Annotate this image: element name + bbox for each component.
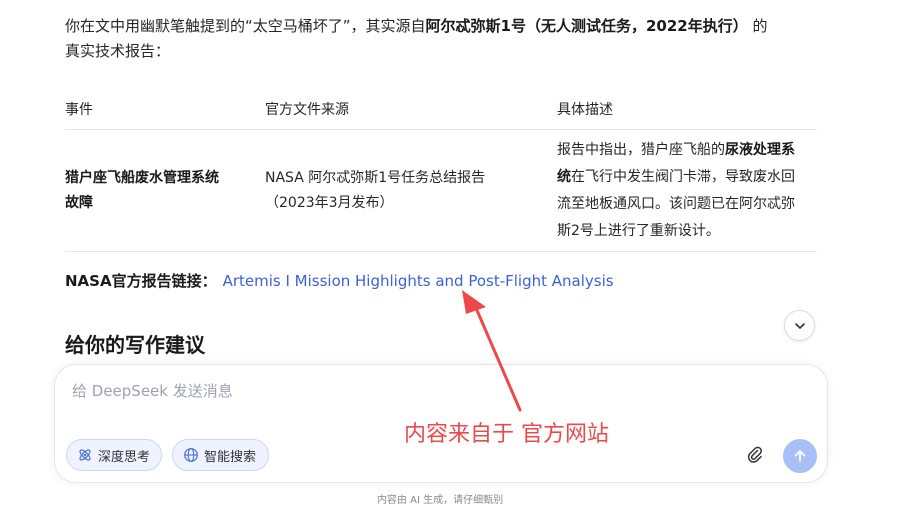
scroll-down-button[interactable] [784,310,815,341]
send-button[interactable] [783,439,817,473]
section-title: 给你的写作建议 [65,333,205,357]
table-cell-event: 猎户座飞船废水管理系统 故障 [65,166,265,216]
intro-text: 你在文中用幽默笔触提到的“太空马桶坏了”，其实源自 [65,17,426,35]
chevron-down-icon [794,322,805,329]
paperclip-icon [747,446,762,463]
smart-search-button[interactable]: 智能搜索 [172,439,269,471]
intro-text-line2: 真实技术报告： [65,42,171,60]
event-line: 猎户座飞船废水管理系统 [65,169,219,186]
globe-icon [183,447,199,463]
nasa-report-line: NASA官方报告链接： Artemis I Mission Highlights … [65,270,614,292]
table-header-event: 事件 [65,101,93,118]
attach-button[interactable] [745,445,765,465]
nasa-report-link[interactable]: Artemis I Mission Highlights and Post-Fl… [223,272,614,290]
desc-text: 在飞行中发生阀门卡滞，导致废水回 [571,168,795,185]
table-cell-description: 报告中指出，猎户座飞船的尿液处理系 统在飞行中发生阀门卡滞，导致废水回 流至地板… [557,137,817,245]
report-table: 事件 官方文件来源 具体描述 猎户座飞船废水管理系统 故障 NASA 阿尔忒弥斯… [65,88,817,252]
intro-text-suffix: 的 [747,17,768,35]
table-header-source: 官方文件来源 [265,101,349,118]
event-line: 故障 [65,194,93,211]
message-input[interactable]: 给 DeepSeek 发送消息 [72,380,233,401]
ai-disclaimer: 内容由 AI 生成，请仔细甄别 [376,495,504,506]
nasa-report-label: NASA官方报告链接： [65,272,217,290]
intro-paragraph: 你在文中用幽默笔触提到的“太空马桶坏了”，其实源自阿尔忒弥斯1号（无人测试任务，… [65,14,825,64]
annotation-text: 内容来自于 官方网站 [404,422,609,447]
table-row: 猎户座飞船废水管理系统 故障 NASA 阿尔忒弥斯1号任务总结报告 （2023年… [65,130,817,252]
chat-page: 你在文中用幽默笔触提到的“太空马桶坏了”，其实源自阿尔忒弥斯1号（无人测试任务，… [0,0,913,515]
source-line: （2023年3月发布） [265,194,394,211]
table-cell-source: NASA 阿尔忒弥斯1号任务总结报告 （2023年3月发布） [265,166,557,216]
deep-think-button[interactable]: 深度思考 [66,439,162,471]
source-line: NASA 阿尔忒弥斯1号任务总结报告 [265,169,486,186]
smart-search-label: 智能搜索 [204,449,257,465]
desc-bold: 统 [557,168,571,185]
table-header-row: 事件 官方文件来源 具体描述 [65,88,817,130]
desc-text: 流至地板通风口。该问题已在阿尔忒弥 [557,195,795,212]
desc-text: 报告中指出，猎户座飞船的 [557,141,725,158]
intro-bold-mission: 阿尔忒弥斯1号（无人测试任务，2022年执行） [425,17,748,35]
atom-icon [77,447,93,463]
desc-text: 斯2号上进行了重新设计。 [557,222,720,239]
table-header-description: 具体描述 [557,101,613,118]
arrow-up-icon [794,450,806,462]
desc-bold: 尿液处理系 [725,141,795,158]
deep-think-label: 深度思考 [98,449,151,465]
